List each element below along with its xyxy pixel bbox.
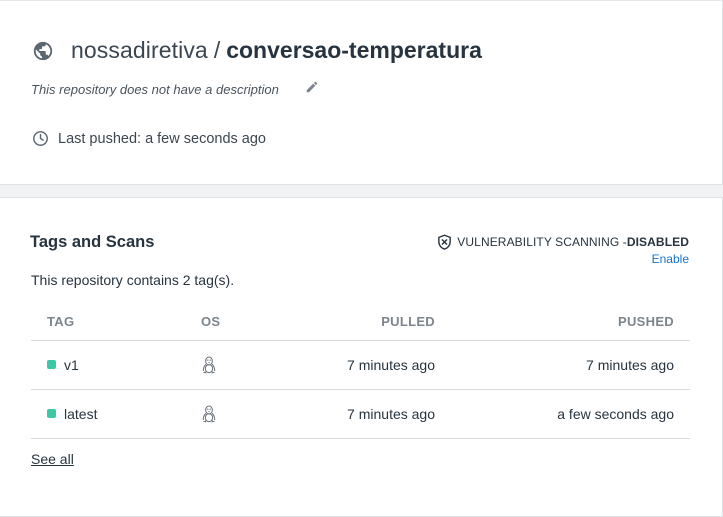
shield-off-icon [438,234,452,250]
tags-table: TAG OS PULLED PUSHED v1 7 minutes ago 7 … [31,304,690,439]
table-row[interactable]: v1 7 minutes ago 7 minutes ago [31,340,690,390]
tag-status-dot [47,409,56,419]
tag-cell: v1 [31,340,201,390]
repository-header-card: nossadiretiva / conversao-temperatura Th… [0,0,723,185]
tag-name-link[interactable]: v1 [64,357,79,373]
column-header-tag[interactable]: TAG [31,304,201,341]
vulnerability-scanning-status: VULNERABILITY SCANNING - DISABLED [436,233,689,251]
repository-title: nossadiretiva / conversao-temperatura [32,37,482,64]
enable-scanning-link[interactable]: Enable [652,252,689,266]
vulnerability-label: VULNERABILITY SCANNING - [457,235,627,249]
tag-cell: latest [31,389,201,439]
edit-pencil-icon[interactable] [305,80,319,94]
os-cell [201,389,311,439]
vulnerability-status: DISABLED [626,235,689,249]
description-row: This repository does not have a descript… [31,80,319,97]
table-row[interactable]: latest 7 minutes ago a few seconds ago [31,389,690,439]
tag-status-dot [47,360,56,370]
namespace-link[interactable]: nossadiretiva [71,37,208,64]
repository-name: conversao-temperatura [226,37,482,63]
last-pushed-text: Last pushed: a few seconds ago [58,130,266,147]
column-header-pushed[interactable]: PUSHED [435,304,690,341]
pushed-cell: 7 minutes ago [435,340,690,390]
linux-icon [202,404,216,422]
table-header-row: TAG OS PULLED PUSHED [31,304,690,341]
last-pushed-row: Last pushed: a few seconds ago [32,130,266,147]
pulled-cell: 7 minutes ago [311,389,435,439]
pushed-cell: a few seconds ago [435,389,690,439]
title-separator: / [213,37,221,63]
globe-icon [33,41,53,60]
column-header-os[interactable]: OS [201,304,311,341]
clock-icon [33,131,48,146]
repository-description: This repository does not have a descript… [31,82,279,97]
see-all-link[interactable]: See all [31,451,74,467]
pulled-cell: 7 minutes ago [311,340,435,390]
tag-name-link[interactable]: latest [64,406,97,422]
linux-icon [202,355,216,373]
os-cell [201,340,311,390]
column-header-pulled[interactable]: PULLED [311,304,435,341]
tag-count-text: This repository contains 2 tag(s). [31,272,235,288]
tags-and-scans-card: Tags and Scans VULNERABILITY SCANNING - … [0,197,723,517]
section-title: Tags and Scans [30,233,155,251]
